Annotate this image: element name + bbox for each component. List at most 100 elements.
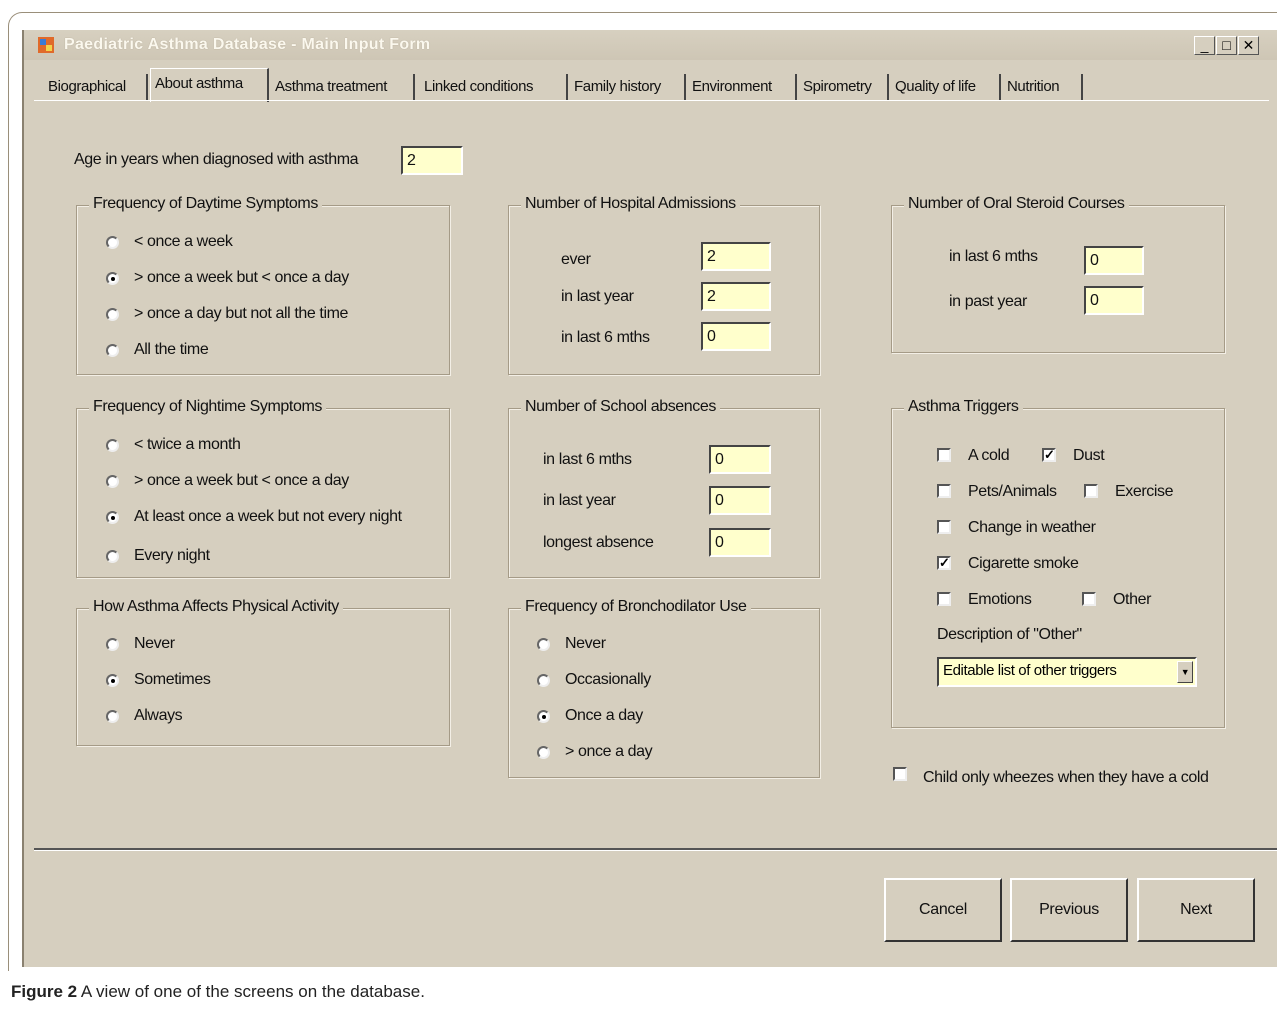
trigger-checkbox-6[interactable] [937, 592, 951, 606]
dropdown-arrow-icon[interactable]: ▼ [1177, 661, 1193, 683]
tab-about-asthma[interactable]: About asthma [150, 68, 269, 102]
steroid-6mths-input[interactable]: 0 [1084, 246, 1144, 275]
hospital-admissions-group: Number of Hospital Admissions [508, 195, 820, 375]
oral-steroid-title: Number of Oral Steroid Courses [904, 195, 1129, 213]
bronchodilator-title: Frequency of Bronchodilator Use [521, 598, 751, 616]
tab-linked-conditions[interactable]: Linked conditions [420, 74, 568, 100]
trigger-checkbox-1[interactable]: ✓ [1042, 448, 1056, 462]
other-description-label: Description of "Other" [937, 626, 1082, 643]
previous-button[interactable]: Previous [1010, 878, 1128, 942]
school-longest-input[interactable]: 0 [709, 528, 771, 557]
daytime-symptoms-title: Frequency of Daytime Symptoms [89, 195, 322, 213]
next-button[interactable]: Next [1137, 878, 1255, 942]
trigger-label: Dust [1073, 447, 1105, 464]
steroid-6mths-label: in last 6 mths [949, 248, 1038, 265]
bottom-separator [34, 848, 1277, 851]
title-bar[interactable]: Paediatric Asthma Database - Main Input … [24, 30, 1277, 60]
asthma-triggers-title: Asthma Triggers [904, 398, 1023, 416]
trigger-checkbox-5[interactable]: ✓ [937, 556, 951, 570]
physical-option-label: Sometimes [134, 671, 211, 688]
other-triggers-value: Editable list of other triggers [943, 662, 1117, 679]
hospital-admissions-title: Number of Hospital Admissions [521, 195, 740, 213]
hospital-6mths-input[interactable]: 0 [701, 322, 771, 351]
tab-quality-of-life[interactable]: Quality of life [891, 74, 1001, 100]
cancel-button[interactable]: Cancel [884, 878, 1002, 942]
wheeze-checkbox[interactable] [893, 767, 907, 781]
nighttime-radio-0[interactable] [106, 439, 119, 452]
broncho-radio-2[interactable] [537, 710, 550, 723]
tab-spirometry[interactable]: Spirometry [799, 74, 889, 100]
school-longest-label: longest absence [543, 534, 654, 551]
physical-activity-group: How Asthma Affects Physical Activity [76, 598, 450, 746]
school-absences-title: Number of School absences [521, 398, 721, 416]
tab-family-history[interactable]: Family history [570, 74, 686, 100]
nighttime-symptoms-group: Frequency of Nightime Symptoms [76, 398, 450, 578]
trigger-label: Cigarette smoke [968, 555, 1079, 572]
window-title: Paediatric Asthma Database - Main Input … [64, 36, 431, 53]
close-button[interactable]: ✕ [1238, 36, 1259, 55]
nighttime-radio-2[interactable] [106, 511, 119, 524]
tab-nutrition[interactable]: Nutrition [1003, 74, 1083, 100]
trigger-checkbox-3[interactable] [1084, 484, 1098, 498]
trigger-checkbox-7[interactable] [1082, 592, 1096, 606]
hospital-ever-input[interactable]: 2 [701, 242, 771, 271]
tab-asthma-treatment[interactable]: Asthma treatment [271, 74, 415, 100]
about-asthma-panel: Age in years when diagnosed with asthma … [34, 100, 1269, 851]
physical-option-label: Always [134, 707, 183, 724]
age-input[interactable]: 2 [401, 146, 463, 175]
broncho-option-label: Once a day [565, 707, 643, 724]
school-6mths-label: in last 6 mths [543, 451, 632, 468]
trigger-checkbox-4[interactable] [937, 520, 951, 534]
daytime-radio-0[interactable] [106, 236, 119, 249]
caption-text: A view of one of the screens on the data… [80, 982, 425, 1001]
trigger-label: Other [1113, 591, 1152, 608]
tab-environment[interactable]: Environment [688, 74, 797, 100]
daytime-option-label: > once a day but not all the time [134, 305, 349, 322]
figure-caption: Figure 2 A view of one of the screens on… [11, 982, 425, 1002]
physical-activity-title: How Asthma Affects Physical Activity [89, 598, 343, 616]
other-triggers-dropdown[interactable]: Editable list of other triggers ▼ [937, 657, 1197, 687]
maximize-button[interactable]: □ [1216, 36, 1237, 55]
nighttime-symptoms-title: Frequency of Nightime Symptoms [89, 398, 326, 416]
age-label: Age in years when diagnosed with asthma [74, 151, 359, 168]
nighttime-radio-1[interactable] [106, 475, 119, 488]
physical-radio-1[interactable] [106, 674, 119, 687]
daytime-symptoms-group: Frequency of Daytime Symptoms [76, 195, 450, 375]
daytime-radio-2[interactable] [106, 308, 119, 321]
school-last-year-input[interactable]: 0 [709, 486, 771, 515]
school-6mths-input[interactable]: 0 [709, 445, 771, 474]
nighttime-option-label: At least once a week but not every night [134, 508, 402, 525]
broncho-option-label: > once a day [565, 743, 653, 760]
physical-option-label: Never [134, 635, 175, 652]
tab-biographical[interactable]: Biographical [44, 74, 148, 100]
steroid-past-year-label: in past year [949, 293, 1027, 310]
steroid-past-year-input[interactable]: 0 [1084, 286, 1144, 315]
nighttime-option-label: Every night [134, 547, 210, 564]
physical-radio-2[interactable] [106, 710, 119, 723]
hospital-last-year-input[interactable]: 2 [701, 282, 771, 311]
nighttime-radio-3[interactable] [106, 550, 119, 563]
daytime-radio-1[interactable] [106, 272, 119, 285]
daytime-option-label: < once a week [134, 233, 233, 250]
broncho-radio-3[interactable] [537, 746, 550, 759]
minimize-button[interactable]: _ [1194, 36, 1215, 55]
main-window: Paediatric Asthma Database - Main Input … [22, 30, 1277, 967]
nighttime-option-label: < twice a month [134, 436, 241, 453]
tab-strip: Biographical About asthma Asthma treatme… [24, 68, 1277, 102]
oral-steroid-group: Number of Oral Steroid Courses [891, 195, 1225, 353]
trigger-checkbox-2[interactable] [937, 484, 951, 498]
trigger-label: Pets/Animals [968, 483, 1057, 500]
school-last-year-label: in last year [543, 492, 616, 509]
trigger-label: A cold [968, 447, 1010, 464]
broncho-option-label: Never [565, 635, 606, 652]
broncho-radio-1[interactable] [537, 674, 550, 687]
trigger-checkbox-0[interactable] [937, 448, 951, 462]
trigger-label: Emotions [968, 591, 1032, 608]
daytime-radio-3[interactable] [106, 344, 119, 357]
hospital-ever-label: ever [561, 251, 591, 268]
trigger-label: Exercise [1115, 483, 1174, 500]
caption-label: Figure 2 [11, 982, 78, 1001]
daytime-option-label: All the time [134, 341, 209, 358]
physical-radio-0[interactable] [106, 638, 119, 651]
broncho-radio-0[interactable] [537, 638, 550, 651]
